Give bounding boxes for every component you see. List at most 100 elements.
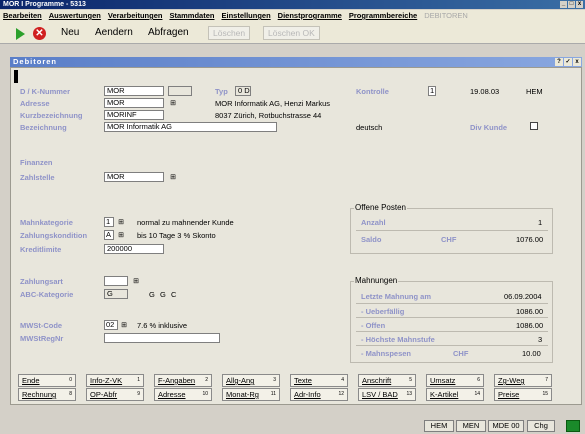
- abc-g1: G: [149, 290, 155, 299]
- dk-nummer-label: D / K-Nummer: [20, 87, 71, 96]
- mwst-regnr-label: MWStRegNr: [20, 334, 64, 343]
- mahnspesen-currency: CHF: [453, 349, 469, 358]
- zahlstelle-label: Zahlstelle: [20, 173, 55, 182]
- mwst-code-label: MWSt-Code: [20, 321, 63, 330]
- fbutton-monat-rg[interactable]: Monat-Rg 11: [222, 388, 280, 401]
- zahlungsart-label: Zahlungsart: [20, 277, 63, 286]
- fbutton-key: 11: [270, 391, 276, 397]
- fbutton-rechnung[interactable]: Rechnung 8: [18, 388, 76, 401]
- play-icon[interactable]: [16, 28, 25, 40]
- fbutton-key: 6: [477, 377, 480, 383]
- fbutton-key: 8: [69, 391, 72, 397]
- fbutton-k-artikel[interactable]: K-Artikel 14: [426, 388, 484, 401]
- mwst-regnr-input[interactable]: [104, 333, 220, 343]
- adresse-lookup-icon[interactable]: ⊞: [168, 99, 178, 108]
- fbutton-umsatz[interactable]: Umsatz 6: [426, 374, 484, 387]
- fbutton-ende[interactable]: Ende 0: [18, 374, 76, 387]
- fbutton-zg-weg[interactable]: Zg-Weg 7: [494, 374, 552, 387]
- fbutton-adresse[interactable]: Adresse 10: [154, 388, 212, 401]
- fbutton-preise[interactable]: Preise 15: [494, 388, 552, 401]
- fbutton-anschrift[interactable]: Anschrift 5: [358, 374, 416, 387]
- menu-einstellungen[interactable]: Einstellungen: [221, 11, 270, 20]
- zahlstelle-lookup-icon[interactable]: ⊞: [168, 173, 178, 182]
- fbutton-texte[interactable]: Texte 4: [290, 374, 348, 387]
- abc-kategorie-input[interactable]: G: [104, 289, 128, 299]
- text-cursor: [14, 70, 18, 83]
- confirm-button[interactable]: ✓: [564, 58, 572, 66]
- zahlungsart-input[interactable]: [104, 276, 128, 286]
- bezeichnung-input[interactable]: MOR Informatik AG: [104, 122, 277, 132]
- stop-icon[interactable]: ✕: [33, 27, 46, 40]
- mahnungen-divider-1: [356, 303, 548, 304]
- help-button[interactable]: ?: [555, 58, 563, 66]
- maximize-button[interactable]: □: [568, 1, 575, 8]
- ueberfaellig-value: 1086.00: [516, 307, 544, 316]
- mahnspesen-label: - Mahnspesen: [361, 349, 412, 358]
- mwst-code-lookup-icon[interactable]: ⊞: [119, 321, 129, 330]
- close-panel-button[interactable]: x: [573, 58, 581, 66]
- menu-dienstprogramme[interactable]: Dienstprogramme: [278, 11, 342, 20]
- zahlungskondition-lookup-icon[interactable]: ⊞: [116, 231, 126, 240]
- kontrolle-label: Kontrolle: [356, 87, 389, 96]
- finanzen-label: Finanzen: [20, 158, 53, 167]
- panel-title: Debitoren: [13, 57, 58, 66]
- mahnkategorie-lookup-icon[interactable]: ⊞: [116, 218, 126, 227]
- adresse-label: Adresse: [20, 99, 50, 108]
- kontrolle-input[interactable]: 1: [428, 86, 436, 96]
- kurzbezeichnung-input[interactable]: MORINF: [104, 110, 164, 120]
- window-title: MOR I Programme - 5313: [3, 1, 86, 8]
- kreditlimite-input[interactable]: 200000: [104, 244, 164, 254]
- typ-input[interactable]: 0 D: [235, 86, 251, 96]
- fbutton-adr-info[interactable]: Adr-Info 12: [290, 388, 348, 401]
- letzte-mahnung-label: Letzte Mahnung am: [361, 292, 432, 301]
- div-kunde-checkbox[interactable]: [530, 122, 538, 130]
- offene-posten-group: [350, 208, 553, 254]
- dk-nummer-suffix-input[interactable]: [168, 86, 192, 96]
- adresse-input[interactable]: MOR: [104, 98, 164, 108]
- toolbar: ✕ Neu Aendern Abfragen Löschen Löschen O…: [0, 22, 585, 44]
- fbutton-op-abfr[interactable]: OP-Abfr 9: [86, 388, 144, 401]
- fbutton-info-z-vk[interactable]: Info-Z-VK 1: [86, 374, 144, 387]
- menu-stammdaten[interactable]: Stammdaten: [169, 11, 214, 20]
- status-mde: MDE 00: [488, 420, 524, 432]
- mwst-code-text: 7.6 % inklusive: [137, 321, 188, 330]
- fbutton-label: Info-Z-VK: [90, 376, 123, 385]
- fbutton-key: 12: [338, 391, 344, 397]
- aendern-button[interactable]: Aendern: [95, 27, 133, 38]
- mahnkategorie-input[interactable]: 1: [104, 217, 114, 227]
- abfragen-button[interactable]: Abfragen: [148, 27, 189, 38]
- fbutton-f-angaben[interactable]: F-Angaben 2: [154, 374, 212, 387]
- fbutton-key: 0: [69, 377, 72, 383]
- fbutton-label: Adresse: [158, 390, 186, 399]
- ueberfaellig-label: - Ueberfällig: [361, 307, 405, 316]
- window-titlebar: MOR I Programme - 5313 _ □ x: [0, 0, 585, 9]
- fbutton-label: Rechnung: [22, 390, 57, 399]
- letzte-mahnung-value: 06.09.2004: [504, 292, 542, 301]
- menu-verarbeitungen[interactable]: Verarbeitungen: [108, 11, 163, 20]
- menu-auswertungen[interactable]: Auswertungen: [49, 11, 101, 20]
- fbutton-key: 1: [137, 377, 140, 383]
- menu-programmbereiche[interactable]: Programmbereiche: [349, 11, 417, 20]
- fbutton-label: OP-Abfr: [90, 390, 118, 399]
- fbutton-allg-ang[interactable]: Allg-Ang 3: [222, 374, 280, 387]
- fbutton-lsv-bad[interactable]: LSV / BAD 13: [358, 388, 416, 401]
- menu-bar: Bearbeiten Auswertungen Verarbeitungen Stam…: [0, 10, 585, 22]
- close-window-button[interactable]: x: [576, 1, 583, 8]
- status-mode: MEN: [456, 420, 486, 432]
- zahlungsart-lookup-icon[interactable]: ⊞: [131, 277, 141, 286]
- kreditlimite-label: Kreditlimite: [20, 245, 62, 254]
- zahlstelle-input[interactable]: MOR: [104, 172, 164, 182]
- typ-label: Typ: [215, 87, 228, 96]
- fbutton-label: Adr-Info: [294, 390, 321, 399]
- fbutton-label: K-Artikel: [430, 390, 459, 399]
- zahlungskondition-input[interactable]: A: [104, 230, 114, 240]
- menu-bearbeiten[interactable]: Bearbeiten: [3, 11, 42, 20]
- neu-button[interactable]: Neu: [61, 27, 79, 38]
- mwst-code-input[interactable]: 02: [104, 320, 118, 330]
- loeschen-ok-button: Löschen OK: [263, 26, 320, 40]
- abc-c: C: [171, 290, 177, 299]
- fbutton-key: 4: [341, 377, 344, 383]
- div-kunde-label: Div Kunde: [470, 123, 508, 132]
- minimize-button[interactable]: _: [560, 1, 567, 8]
- dk-nummer-input[interactable]: MOR: [104, 86, 164, 96]
